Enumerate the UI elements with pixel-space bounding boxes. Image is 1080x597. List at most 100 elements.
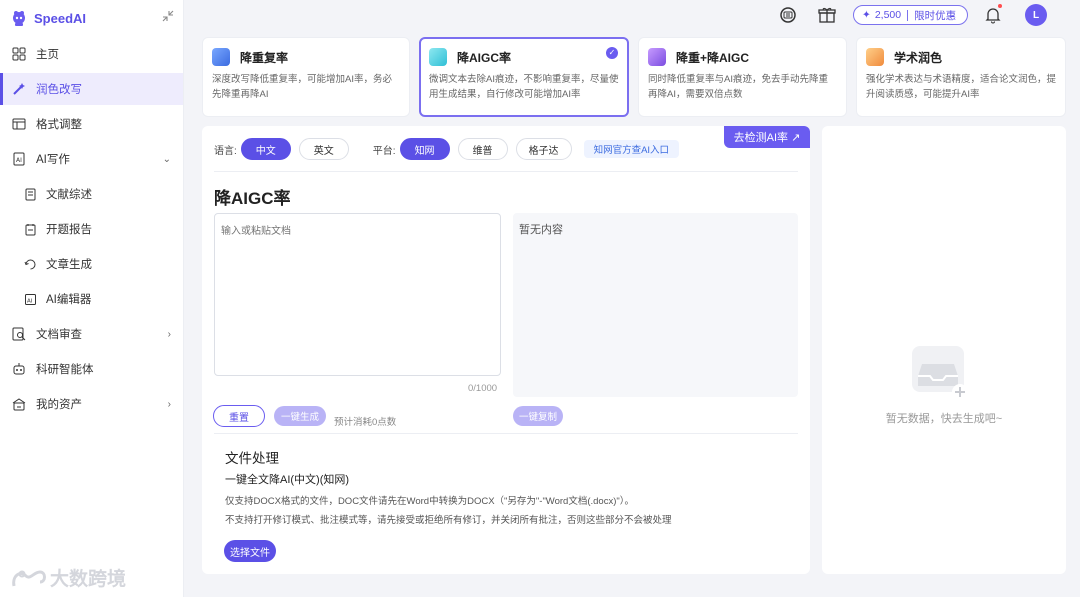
- bell-icon[interactable]: [983, 4, 1003, 25]
- wallet-icon: [10, 395, 28, 413]
- card-title: 学术润色: [894, 50, 943, 65]
- sidebar-item-format[interactable]: 格式调整: [0, 108, 183, 140]
- generate-button[interactable]: 一键生成: [274, 406, 326, 426]
- main-panel: 语言: 中文 英文 平台: 知网 维普 格子达 知网官方查AI入口 去检测AI率…: [202, 126, 810, 574]
- svg-text:AI: AI: [16, 157, 22, 164]
- sidebar-item-proposal[interactable]: 开题报告: [0, 213, 183, 245]
- file-note: 仅支持DOCX格式的文件，DOC文件请先在Word中转换为DOCX（"另存为"-…: [225, 496, 634, 507]
- chevron-down-icon: ⌄: [162, 153, 171, 165]
- sidebar-item-assets[interactable]: 我的资产 ›: [0, 388, 183, 420]
- platform-option-vip[interactable]: 维普: [457, 138, 508, 160]
- sidebar-item-ai-write[interactable]: AI AI写作 ⌄: [0, 143, 183, 175]
- reset-button[interactable]: 重置: [213, 405, 265, 427]
- file-note: 不支持打开修订模式、批注模式等，请先接受或拒绝所有修订，并关闭所有批注，否则这些…: [225, 515, 672, 526]
- language-label: 语言:: [214, 145, 237, 157]
- reduce-both-icon: [648, 48, 666, 66]
- sidebar-item-home[interactable]: 主页: [0, 38, 183, 70]
- card-title: 降AIGC率: [457, 50, 512, 65]
- choose-file-button[interactable]: 选择文件: [224, 540, 276, 562]
- sidebar-item-ai-editor[interactable]: AI AI编辑器: [0, 283, 183, 315]
- brand[interactable]: SpeedAI: [0, 0, 183, 36]
- points-promo-pill[interactable]: ✦ 2,500 限时优惠: [853, 5, 968, 25]
- refresh-doc-icon: [22, 256, 38, 272]
- sidebar-item-label: 润色改写: [36, 84, 82, 96]
- sidebar-item-label: 格式调整: [36, 119, 82, 131]
- page-title: 降AIGC率: [214, 189, 291, 208]
- divider: [214, 171, 798, 172]
- format-icon: [10, 115, 28, 133]
- grid-icon: [10, 45, 28, 63]
- card-desc: 强化学术表达与术语精度，适合论文润色，提升阅读质感，可能提升AI率: [866, 74, 1057, 100]
- robot-icon: [10, 360, 28, 378]
- watermark: 大数跨境: [10, 564, 126, 591]
- sidebar-item-literature-review[interactable]: 文献综述: [0, 178, 183, 210]
- report-icon: [22, 221, 38, 237]
- academic-polish-icon: [866, 48, 884, 66]
- sidebar-item-label: AI编辑器: [46, 294, 92, 306]
- official-ai-check-link[interactable]: 知网官方查AI入口: [583, 140, 680, 158]
- file-section-subtitle: 一键全文降AI(中文)(知网): [225, 474, 350, 486]
- ai-write-icon: AI: [10, 150, 28, 168]
- reduce-duplicate-icon: [212, 48, 230, 66]
- sidebar-item-label: 主页: [36, 49, 59, 61]
- svg-text:AI: AI: [27, 298, 33, 304]
- platform-option-gezida[interactable]: 格子达: [515, 138, 572, 160]
- lang-option-english[interactable]: 英文: [298, 138, 349, 160]
- sidebar-item-article-gen[interactable]: 文章生成: [0, 248, 183, 280]
- output-area[interactable]: 暂无内容: [513, 213, 798, 397]
- sidebar-item-label: 文献综述: [46, 189, 92, 201]
- speedai-logo-icon: [13, 11, 25, 26]
- lang-option-chinese[interactable]: 中文: [240, 138, 291, 160]
- magic-wand-icon: [10, 80, 28, 98]
- sidebar-item-label: 文章生成: [46, 259, 92, 271]
- card-title: 降重复率: [240, 50, 289, 65]
- promo-label: 限时优惠: [914, 9, 957, 22]
- result-panel: 暂无数据，快去生成吧~: [822, 126, 1066, 574]
- options-row: 语言: 中文 英文 平台: 知网 维普 格子达 知网官方查AI入口: [214, 137, 680, 161]
- card-reduce-aigc[interactable]: 降AIGC率 微调文本去除AI痕迹，不影响重复率，尽量使用生成结果，自行修改可能…: [419, 37, 629, 117]
- card-desc: 深度改写降低重复率，可能增加AI率，务必先降重再降AI: [212, 74, 392, 100]
- check-icon: ✓: [606, 47, 618, 59]
- chevron-right-icon: ›: [167, 328, 171, 340]
- watermark-logo-icon: [12, 569, 46, 586]
- pill-divider: [907, 9, 909, 21]
- output-empty-text: 暂无内容: [519, 224, 563, 236]
- cost-estimate: 预计消耗0点数: [334, 417, 397, 428]
- chevron-right-icon: ›: [167, 398, 171, 410]
- sidebar-item-polish[interactable]: 润色改写: [0, 73, 183, 105]
- detect-ai-rate-button[interactable]: 去检测AI率 ↗: [724, 126, 810, 148]
- card-academic-polish[interactable]: 学术润色 强化学术表达与术语精度，适合论文润色，提升阅读质感，可能提升AI率: [856, 37, 1066, 117]
- watermark-text: 大数跨境: [50, 569, 127, 590]
- card-reduce-duplicate[interactable]: 降重复率 深度改写降低重复率，可能增加AI率，务必先降重再降AI: [202, 37, 410, 117]
- text-input[interactable]: [214, 213, 501, 376]
- avatar[interactable]: L: [1025, 4, 1047, 26]
- platform-option-cnki[interactable]: 知网: [399, 138, 450, 160]
- sidebar-item-research-agent[interactable]: 科研智能体: [0, 353, 183, 385]
- sidebar-item-label: 开题报告: [46, 224, 92, 236]
- document-icon: [22, 186, 38, 202]
- sidebar-item-doc-review[interactable]: 文档审查 ›: [0, 318, 183, 350]
- empty-inbox-icon: [912, 346, 968, 400]
- doc-search-icon: [10, 325, 28, 343]
- collapse-sidebar-icon[interactable]: [161, 10, 175, 24]
- card-title: 降重+降AIGC: [676, 50, 750, 65]
- sidebar: SpeedAI 主页 润色改写 格式调整 AI AI写作 ⌄ 文献综述 开题报告: [0, 0, 184, 597]
- char-counter: 0/1000: [468, 383, 498, 394]
- notification-dot: [998, 4, 1002, 8]
- app-icon[interactable]: [778, 5, 798, 25]
- sparkle-icon: ✦: [862, 9, 871, 21]
- file-section-title: 文件处理: [225, 451, 279, 466]
- ai-editor-icon: AI: [22, 291, 38, 307]
- divider: [214, 433, 798, 434]
- card-desc: 同时降低重复率与AI痕迹，免去手动先降重再降AI，需要双倍点数: [648, 74, 828, 100]
- sidebar-item-label: 科研智能体: [36, 364, 94, 376]
- brand-name: SpeedAI: [34, 10, 87, 26]
- reduce-aigc-icon: [429, 48, 447, 66]
- gift-icon[interactable]: [817, 5, 837, 25]
- sidebar-item-label: 文档审查: [36, 329, 82, 341]
- card-reduce-both[interactable]: 降重+降AIGC 同时降低重复率与AI痕迹，免去手动先降重再降AI，需要双倍点数: [638, 37, 847, 117]
- copy-button[interactable]: 一键复制: [513, 406, 563, 426]
- sidebar-item-label: AI写作: [36, 154, 70, 166]
- platform-label: 平台:: [372, 145, 396, 157]
- empty-state-text: 暂无数据，快去生成吧~: [885, 413, 1003, 425]
